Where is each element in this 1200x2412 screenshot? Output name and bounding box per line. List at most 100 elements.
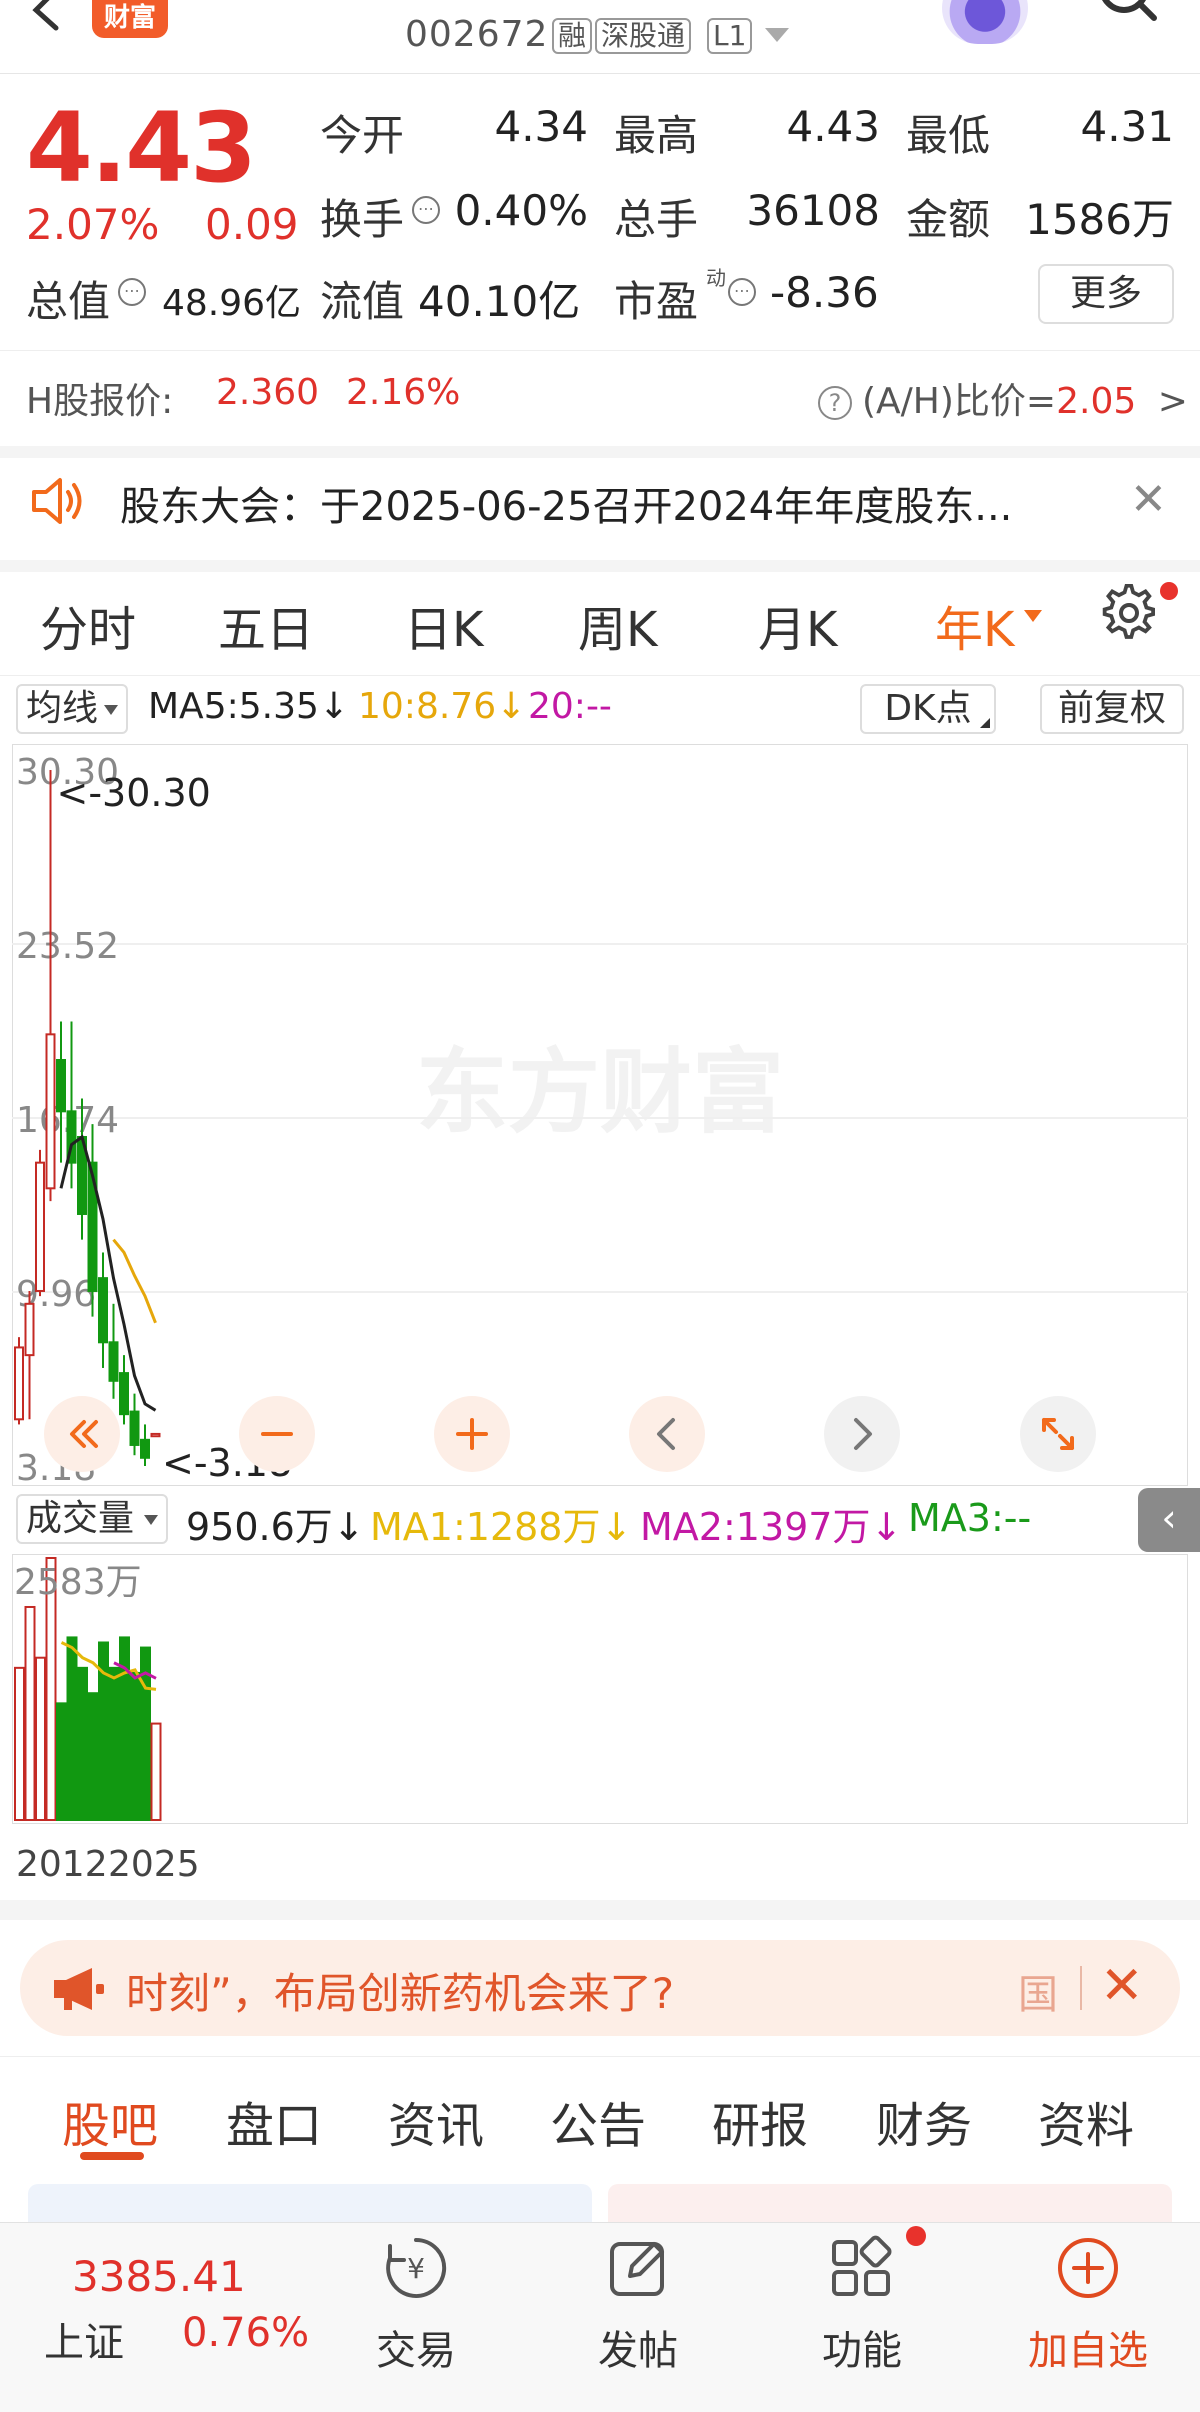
chevron-down-icon[interactable] (1024, 610, 1042, 622)
pe-dynamic-mark: 动 (706, 266, 726, 290)
divider (1080, 1966, 1082, 2010)
info-icon[interactable]: ⋯ (412, 196, 440, 224)
search-icon[interactable] (1080, 0, 1160, 42)
nav-trade[interactable]: 交易 (376, 2318, 456, 2376)
nav-add-watchlist[interactable]: 加自选 (1028, 2318, 1148, 2376)
volume-bar (77, 1666, 88, 1821)
double-left-icon[interactable] (44, 1396, 120, 1472)
volume-indicator-select[interactable]: 成交量 (16, 1494, 169, 1544)
control-bg (824, 1396, 900, 1472)
index-name[interactable]: 上证 (44, 2310, 124, 2368)
volume-bar (24, 1605, 36, 1822)
indicator-select[interactable]: 均线 (16, 684, 129, 734)
left-icon[interactable] (629, 1396, 705, 1472)
ad-text[interactable]: 时刻”，布局创新药机会来了? (126, 1960, 674, 2021)
tab-monthly-k[interactable]: 月K (758, 590, 837, 660)
megaphone-icon (54, 1968, 104, 2010)
notice-text[interactable]: 股东大会：于2025-06-25召开2024年年度股东... (120, 474, 1012, 532)
nav-post[interactable]: 发帖 (598, 2318, 678, 2376)
chevron-right-icon: > (1157, 381, 1188, 422)
chevron-down-icon (104, 705, 119, 715)
market-cap-value: 48.96亿 (162, 283, 302, 324)
tab-five-day[interactable]: 五日 (218, 590, 314, 660)
volume-ma3: MA3:-- (908, 1496, 1032, 1540)
ah-ratio-label: (A/H)比价= (862, 381, 1057, 422)
right-icon[interactable] (824, 1396, 900, 1472)
grid-apps-icon[interactable] (826, 2232, 898, 2304)
info-icon[interactable]: ⋯ (728, 278, 756, 306)
more-button[interactable]: 更多 (1038, 264, 1174, 324)
kline-chart[interactable]: 东方财富30.3023.5216.749.963.18<-30.30<-3.18 (12, 744, 1188, 1486)
ah-ratio-value: 2.05 (1056, 381, 1137, 422)
stat-label: 金额 (906, 195, 991, 244)
index-percent[interactable]: 0.76% (182, 2310, 309, 2356)
add-circle-icon[interactable] (1052, 2232, 1124, 2304)
dk-point-button[interactable]: DK点 (860, 684, 996, 734)
close-icon[interactable]: ✕ (1130, 478, 1167, 522)
y-tick-label: 23.52 (16, 926, 119, 967)
stock-code: 002672 (405, 14, 549, 55)
market-cap-label: 总值 (26, 277, 111, 326)
tab-intraday[interactable]: 分时 (40, 590, 136, 660)
volume-ma1: MA1:1288万↓ (370, 1505, 633, 1549)
tab-announcements[interactable]: 公告 (550, 2086, 646, 2156)
h-share-percent: 2.16% (346, 372, 461, 413)
gear-icon[interactable] (1100, 584, 1160, 644)
bottom-nav (0, 2222, 1200, 2412)
app-logo-badge: 财富 (92, 0, 168, 38)
volume-bar (35, 1656, 46, 1822)
tab-weekly-k[interactable]: 周K (578, 590, 657, 660)
content-card[interactable] (608, 2184, 1172, 2224)
stat-value-amount: 1586万 (1025, 195, 1174, 244)
collapse-panel-button[interactable]: ‹ (1138, 1488, 1200, 1552)
stat-value-open: 4.34 (494, 102, 588, 151)
volume-bar (150, 1722, 162, 1821)
notification-dot (906, 2226, 926, 2246)
plus-icon[interactable] (434, 1396, 510, 1472)
stat-value-high: 4.43 (786, 102, 880, 151)
change-percent: 2.07% (26, 200, 160, 249)
info-icon[interactable]: ⋯ (118, 278, 146, 306)
candle-body (108, 1341, 119, 1382)
trade-icon[interactable]: ¥ (380, 2232, 452, 2304)
watermark: 东方财富 (416, 1039, 784, 1146)
close-icon[interactable]: ✕ (1100, 1956, 1144, 2016)
ma20-value: 20:-- (528, 686, 612, 727)
current-price: 4.43 (26, 92, 257, 204)
post-icon[interactable] (602, 2232, 674, 2304)
candle-body (150, 1432, 161, 1438)
tab-yearly-k[interactable]: 年K (935, 590, 1014, 660)
nav-functions[interactable]: 功能 (822, 2318, 902, 2376)
candle-body (119, 1372, 129, 1416)
level-tag: L1 (707, 18, 753, 54)
stat-value-turnover: 0.40% (454, 186, 588, 235)
volume-value: 950.6万↓ (186, 1505, 365, 1549)
volume-chart[interactable]: 2583万 (12, 1554, 1188, 1824)
tab-financials[interactable]: 财务 (876, 2086, 972, 2156)
tab-news[interactable]: 资讯 (388, 2086, 484, 2156)
content-card[interactable] (28, 2184, 592, 2224)
section-divider (0, 1900, 1200, 1920)
tab-profile[interactable]: 资料 (1038, 2086, 1134, 2156)
ma10-value: 10:8.76↓ (358, 686, 527, 727)
tab-research[interactable]: 研报 (712, 2086, 808, 2156)
tab-forum[interactable]: 股吧 (62, 2086, 158, 2156)
expand-icon[interactable] (1020, 1396, 1096, 1472)
volume-select-label: 成交量 (26, 1498, 135, 1539)
chevron-down-icon[interactable] (765, 28, 789, 42)
control-bg (1020, 1396, 1096, 1472)
candle-body (45, 1033, 56, 1190)
chart-frame (12, 1554, 1188, 1824)
max-price-label: <-30.30 (57, 771, 211, 815)
price-adjust-button[interactable]: 前复权 (1040, 684, 1184, 734)
help-icon: ? (818, 386, 852, 420)
tab-order-book[interactable]: 盘口 (226, 2086, 322, 2156)
volume-bar (14, 1666, 25, 1821)
tab-daily-k[interactable]: 日K (404, 590, 483, 660)
volume-bar (56, 1702, 67, 1821)
back-arrow-icon[interactable] (20, 0, 70, 34)
minus-icon[interactable] (239, 1396, 315, 1472)
candle-body (24, 1302, 35, 1357)
ah-ratio[interactable]: ? (A/H)比价=2.05 > (818, 372, 1188, 424)
index-value[interactable]: 3385.41 (72, 2252, 246, 2301)
